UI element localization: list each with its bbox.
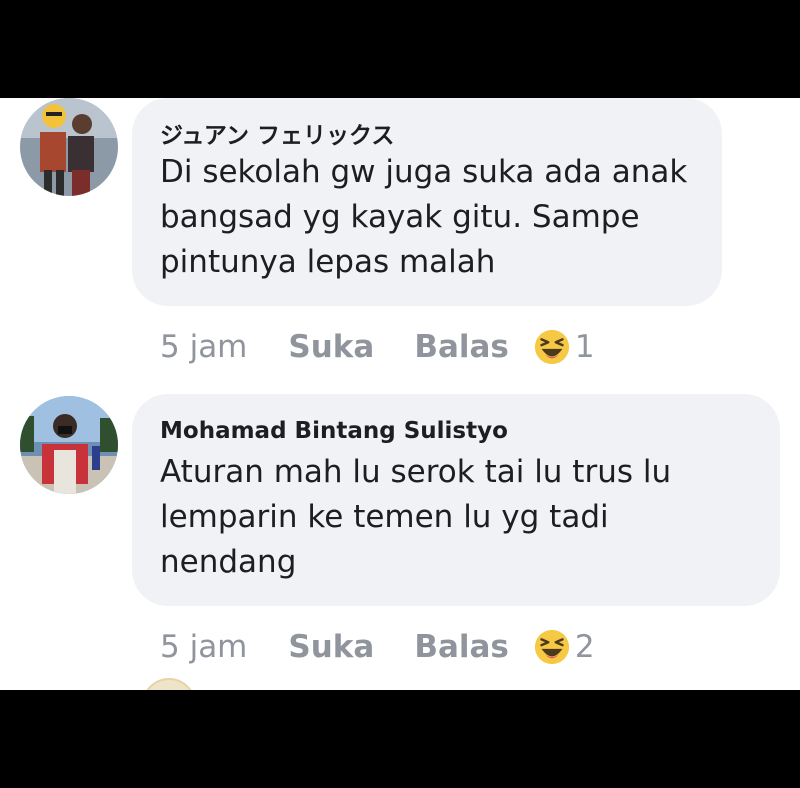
- like-button[interactable]: Suka: [288, 629, 374, 665]
- reaction-summary[interactable]: 2: [533, 628, 595, 666]
- reaction-count: 2: [574, 629, 595, 665]
- comment-bubble: ジュアン フェリックス Di sekolah gw juga suka ada …: [132, 98, 722, 306]
- reply-avatar-partial: [142, 678, 196, 690]
- laughing-face-icon: [534, 329, 569, 365]
- comments-panel: ジュアン フェリックス Di sekolah gw juga suka ada …: [0, 98, 800, 690]
- laughing-face-icon: [534, 629, 569, 665]
- comment-timestamp[interactable]: 5 jam: [160, 329, 247, 365]
- comment-text-line: lemparin ke temen lu yg tadi: [160, 499, 609, 535]
- comment-timestamp[interactable]: 5 jam: [160, 629, 247, 665]
- comment-bubble: Mohamad Bintang Sulistyo Aturan mah lu s…: [132, 394, 780, 606]
- commenter-avatar[interactable]: [20, 396, 118, 494]
- comment-text-line: Di sekolah gw juga suka ada anak: [160, 154, 688, 190]
- reaction-summary[interactable]: 1: [533, 328, 595, 366]
- comment-text: Di sekolah gw juga suka ada anak bangsad…: [160, 150, 687, 285]
- reaction-count: 1: [574, 329, 595, 365]
- reply-button[interactable]: Balas: [414, 329, 509, 365]
- comment-text: Aturan mah lu serok tai lu trus lu lempa…: [160, 450, 671, 585]
- comment-actions: 5 jam Suka Balas 2: [160, 627, 595, 667]
- like-button[interactable]: Suka: [288, 329, 374, 365]
- comment-actions: 5 jam Suka Balas 1: [160, 327, 595, 367]
- comment-text-line: Aturan mah lu serok tai lu trus lu: [160, 454, 672, 490]
- comment-text-line: pintunya lepas malah: [160, 244, 496, 280]
- reply-button[interactable]: Balas: [414, 629, 509, 665]
- comment-text-line: bangsad yg kayak gitu. Sampe: [160, 199, 640, 235]
- comment-author[interactable]: Mohamad Bintang Sulistyo: [160, 418, 508, 444]
- comment-author[interactable]: ジュアン フェリックス: [160, 116, 394, 150]
- comment-text-line: nendang: [160, 544, 297, 580]
- commenter-avatar[interactable]: [20, 98, 118, 196]
